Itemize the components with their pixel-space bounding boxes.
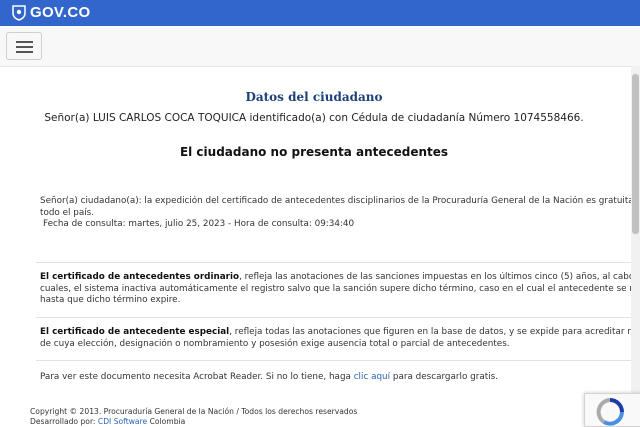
ordinary-certificate-text: hasta que dicho término expire. bbox=[40, 295, 181, 305]
special-certificate-text: de cuya elección, designación o nombrami… bbox=[40, 338, 510, 349]
divider bbox=[36, 317, 640, 318]
developer-country: Colombia bbox=[147, 417, 186, 426]
hamburger-menu-icon bbox=[16, 51, 33, 53]
acrobat-reader-notice: Para ver este documento necesita Acrobat… bbox=[40, 372, 640, 384]
consultation-date: Fecha de consulta: martes, julio 25, 202… bbox=[43, 219, 355, 229]
divider bbox=[36, 262, 640, 263]
acrobat-notice-text: para descargarlo gratis. bbox=[390, 372, 498, 382]
acrobat-download-link[interactable]: clic aquí bbox=[354, 372, 390, 382]
antecedentes-status: El ciudadano no presenta antecedentes bbox=[179, 145, 449, 159]
divider bbox=[36, 360, 640, 361]
scrollbar-thumb[interactable] bbox=[632, 74, 639, 234]
copyright-text: Copyright © 2013. Procuraduría General d… bbox=[30, 407, 358, 416]
gov-co-logo[interactable]: GOV.CO bbox=[12, 4, 90, 21]
special-certificate-info: El certificado de antecedente especial, … bbox=[40, 327, 640, 350]
hamburger-menu-icon bbox=[16, 41, 33, 43]
menu-toggle-button[interactable] bbox=[6, 32, 42, 60]
special-certificate-heading: El certificado de antecedente especial bbox=[40, 327, 230, 337]
page-title: Datos del ciudadano bbox=[245, 90, 383, 104]
navbar bbox=[0, 26, 640, 67]
ordinary-certificate-text: , refleja las anotaciones de las sancion… bbox=[239, 272, 640, 282]
citizen-identification: Señor(a) LUIS CARLOS COCA TOQUICA identi… bbox=[44, 112, 584, 124]
gov-co-logo-text: GOV.CO bbox=[30, 4, 91, 21]
colombia-shield-icon bbox=[12, 4, 26, 21]
hamburger-menu-icon bbox=[16, 46, 33, 48]
notice-line: todo el país. bbox=[40, 207, 95, 218]
page-scrollbar[interactable] bbox=[631, 66, 640, 427]
developer-link[interactable]: CDI Software bbox=[98, 417, 147, 426]
gov-topbar: GOV.CO bbox=[0, 0, 640, 26]
ordinary-certificate-info: El certificado de antecedentes ordinario… bbox=[40, 272, 640, 307]
ordinary-certificate-text: cuales, el sistema inactiva automáticame… bbox=[40, 283, 640, 294]
developer-label: Desarrollado por: bbox=[30, 417, 98, 426]
recaptcha-icon bbox=[596, 398, 624, 426]
ordinary-certificate-heading: El certificado de antecedentes ordinario bbox=[40, 272, 240, 282]
free-certificate-notice: Señor(a) ciudadano(a): la expedición del… bbox=[40, 196, 640, 219]
recaptcha-badge[interactable] bbox=[584, 393, 640, 427]
special-certificate-text: , refleja todas las anotaciones que figu… bbox=[229, 327, 640, 337]
notice-line: Señor(a) ciudadano(a): la expedición del… bbox=[40, 196, 640, 206]
acrobat-notice-text: Para ver este documento necesita Acrobat… bbox=[40, 372, 354, 382]
footer-copyright: Copyright © 2013. Procuraduría General d… bbox=[30, 407, 357, 427]
